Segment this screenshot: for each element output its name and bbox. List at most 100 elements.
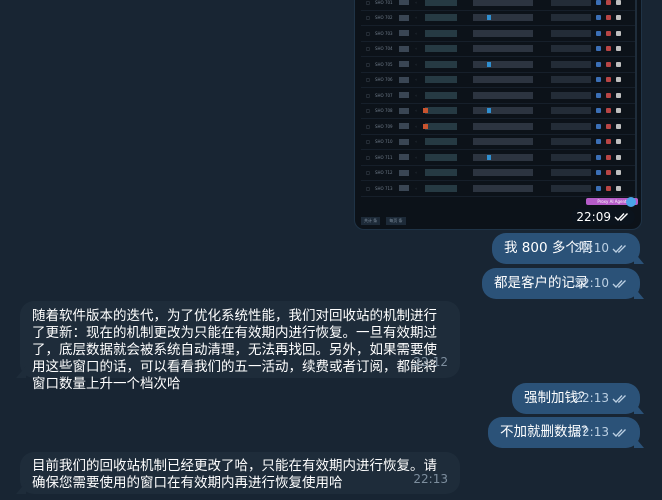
- more-icon: [616, 15, 621, 21]
- double-check-icon: [614, 212, 630, 222]
- restore-icon: [596, 170, 601, 176]
- row-redacted-block: [473, 45, 533, 53]
- row-tag-icon: [487, 154, 491, 160]
- more-icon: [616, 30, 621, 36]
- message-time: 22:10: [574, 241, 609, 255]
- row-checkbox-icon: □: [366, 0, 370, 5]
- message-bubble-outgoing[interactable]: 都是客户的记录 22:10: [482, 268, 644, 299]
- row-status-icon: ◦: [415, 61, 418, 67]
- row-redacted-block: [425, 14, 457, 22]
- message-meta: 22:13: [413, 471, 448, 488]
- row-actions: [596, 92, 621, 98]
- row-id: SHO 704: [375, 46, 393, 52]
- row-redacted-block: [473, 153, 533, 161]
- row-actions: [596, 30, 621, 36]
- row-actions: [596, 61, 621, 67]
- row-redacted-block: [551, 153, 591, 161]
- row-checkbox-icon: □: [366, 15, 370, 21]
- row-checkbox-icon: □: [366, 77, 370, 83]
- message-bubble-incoming[interactable]: 随着软件版本的迭代，为了优化系统性能，我们对回收站的机制进行了更新：现在的机制更…: [16, 301, 460, 392]
- message-text: 目前我们的回收站机制已经更改了哈，只能在有效期内进行恢复。请确保您需要使用的窗口…: [32, 458, 437, 491]
- restore-icon: [596, 30, 601, 36]
- row-flag-icon: [423, 108, 428, 114]
- row-status-icon: ◦: [415, 92, 418, 98]
- double-check-icon: [612, 279, 628, 289]
- message-meta: 22:13: [574, 390, 628, 407]
- message-meta: 22:10: [574, 275, 628, 292]
- message-time: 22:13: [413, 472, 448, 486]
- restore-icon: [596, 15, 601, 21]
- message-time: 22:10: [574, 276, 609, 290]
- row-platform-icon: [399, 61, 409, 68]
- message-meta: 22:13: [574, 424, 628, 441]
- screenshot-row: □ SHO 708 ◦: [361, 104, 635, 119]
- row-redacted-block: [473, 107, 533, 115]
- row-id: SHO 701: [375, 0, 393, 5]
- double-check-icon: [612, 428, 628, 438]
- row-id: SHO 703: [375, 30, 393, 36]
- row-redacted-block: [425, 76, 457, 84]
- message-time: 22:13: [574, 425, 609, 439]
- row-redacted-block: [473, 184, 533, 192]
- delete-icon: [606, 139, 611, 145]
- row-actions: [596, 108, 621, 114]
- delete-icon: [606, 92, 611, 98]
- row-status-icon: ◦: [415, 30, 418, 36]
- screenshot-row: □ SHO 713 ◦: [361, 181, 635, 197]
- bubble-tail: [16, 366, 26, 378]
- message-bubble-outgoing[interactable]: 强制加钱？ 22:13: [512, 383, 644, 414]
- screenshot-row: □ SHO 702 ◦: [361, 11, 635, 26]
- screenshot-footer-pagesize: 每页 条: [386, 217, 406, 225]
- more-icon: [616, 185, 621, 191]
- row-status-icon: ◦: [415, 154, 418, 160]
- row-redacted-block: [473, 122, 533, 130]
- row-actions: [596, 185, 621, 191]
- row-platform-icon: [399, 154, 409, 161]
- restore-icon: [596, 154, 601, 160]
- row-id: SHO 705: [375, 61, 393, 67]
- row-redacted-block: [551, 91, 591, 99]
- screenshot-row: □ SHO 703 ◦: [361, 26, 635, 42]
- restore-icon: [596, 185, 601, 191]
- row-redacted-block: [425, 169, 457, 177]
- row-id: SHO 709: [375, 123, 393, 129]
- row-platform-icon: [399, 185, 409, 192]
- screenshot-content: □ SHO 701 ◦ □ SHO 702 ◦ □ SHO 703 ◦ □ SHO 704 ◦ □ SHO…: [361, 0, 635, 211]
- delete-icon: [606, 108, 611, 114]
- row-redacted-block: [551, 184, 591, 192]
- screenshot-row: □ SHO 704 ◦: [361, 42, 635, 57]
- screenshot-image-message[interactable]: □ SHO 701 ◦ □ SHO 702 ◦ □ SHO 703 ◦ □ SHO 704 ◦ □ SHO…: [354, 0, 642, 230]
- message-bubble-incoming[interactable]: 目前我们的回收站机制已经更改了哈，只能在有效期内进行恢复。请确保您需要使用的窗口…: [16, 452, 460, 494]
- row-platform-icon: [399, 138, 409, 145]
- screenshot-row: □ SHO 709 ◦: [361, 119, 635, 135]
- screenshot-row: □ SHO 706 ◦: [361, 73, 635, 88]
- screenshot-row: □ SHO 711 ◦: [361, 150, 635, 166]
- delete-icon: [606, 0, 611, 5]
- delete-icon: [606, 46, 611, 52]
- row-redacted-block: [551, 138, 591, 146]
- more-icon: [616, 46, 621, 52]
- row-status-icon: ◦: [415, 139, 418, 145]
- bubble-tail: [634, 252, 644, 264]
- more-icon: [616, 154, 621, 160]
- row-redacted-block: [425, 184, 457, 192]
- row-id: SHO 707: [375, 92, 393, 98]
- message-bubble-outgoing[interactable]: 不加就删数据？ 22:13: [488, 417, 644, 448]
- row-actions: [596, 123, 621, 129]
- image-message-meta: 22:09: [571, 209, 635, 225]
- row-redacted-block: [473, 91, 533, 99]
- delete-icon: [606, 30, 611, 36]
- message-bubble-outgoing[interactable]: 我 800 多个啊 22:10: [492, 233, 644, 264]
- restore-icon: [596, 46, 601, 52]
- row-actions: [596, 77, 621, 83]
- row-platform-icon: [399, 0, 409, 6]
- double-check-icon: [612, 244, 628, 254]
- row-redacted-block: [551, 60, 591, 68]
- sticker-avatar-icon: [626, 197, 636, 207]
- row-redacted-block: [551, 122, 591, 130]
- row-checkbox-icon: □: [366, 170, 370, 176]
- screenshot-scrollbar: [635, 0, 637, 199]
- bubble-tail: [634, 402, 644, 414]
- row-redacted-block: [551, 14, 591, 22]
- row-checkbox-icon: □: [366, 92, 370, 98]
